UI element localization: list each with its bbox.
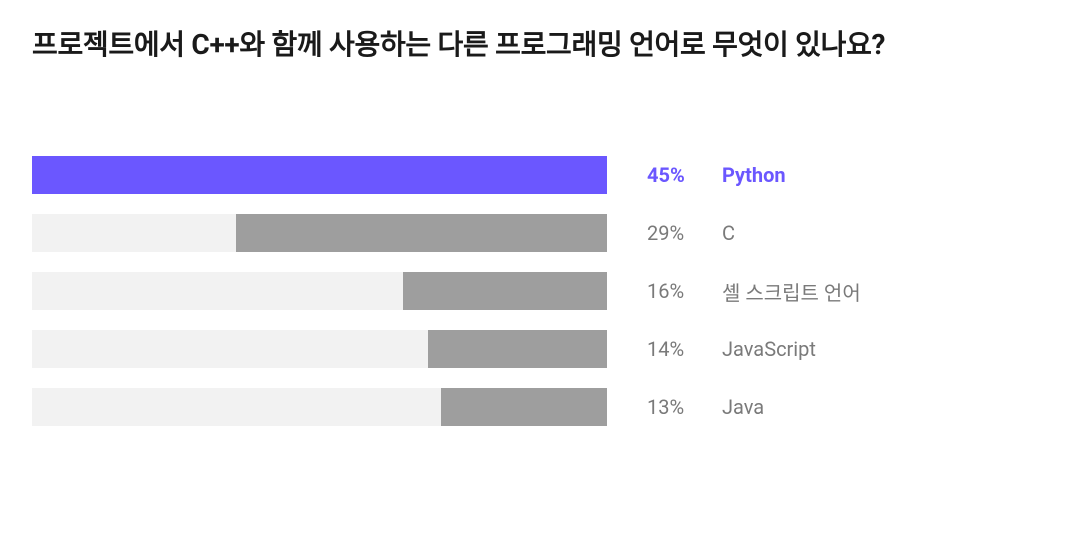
chart-rows: 45% Python 29% C 16% 셸 스크립트 언어 14% JavaS… xyxy=(32,156,1038,426)
bar-track xyxy=(32,214,607,252)
category-label: Python xyxy=(702,163,786,187)
bar-track xyxy=(32,388,607,426)
chart-title: 프로젝트에서 C++와 함께 사용하는 다른 프로그래밍 언어로 무엇이 있나요… xyxy=(32,24,1038,66)
value-label: 29% xyxy=(607,221,702,245)
value-label: 45% xyxy=(607,163,702,187)
value-label: 14% xyxy=(607,337,702,361)
chart-row: 16% 셸 스크립트 언어 xyxy=(32,272,1038,310)
category-label: Java xyxy=(702,395,764,419)
chart-row: 45% Python xyxy=(32,156,1038,194)
bar-track xyxy=(32,330,607,368)
bar-track xyxy=(32,272,607,310)
value-label: 13% xyxy=(607,395,702,419)
chart-row: 13% Java xyxy=(32,388,1038,426)
category-label: JavaScript xyxy=(702,337,816,361)
chart-row: 29% C xyxy=(32,214,1038,252)
bar-track xyxy=(32,156,607,194)
category-label: 셸 스크립트 언어 xyxy=(702,277,861,306)
bar-fill xyxy=(441,388,607,426)
category-label: C xyxy=(702,221,735,245)
bar-fill xyxy=(32,156,607,194)
bar-fill xyxy=(428,330,607,368)
bar-fill xyxy=(403,272,607,310)
value-label: 16% xyxy=(607,279,702,303)
chart-row: 14% JavaScript xyxy=(32,330,1038,368)
bar-fill xyxy=(236,214,607,252)
